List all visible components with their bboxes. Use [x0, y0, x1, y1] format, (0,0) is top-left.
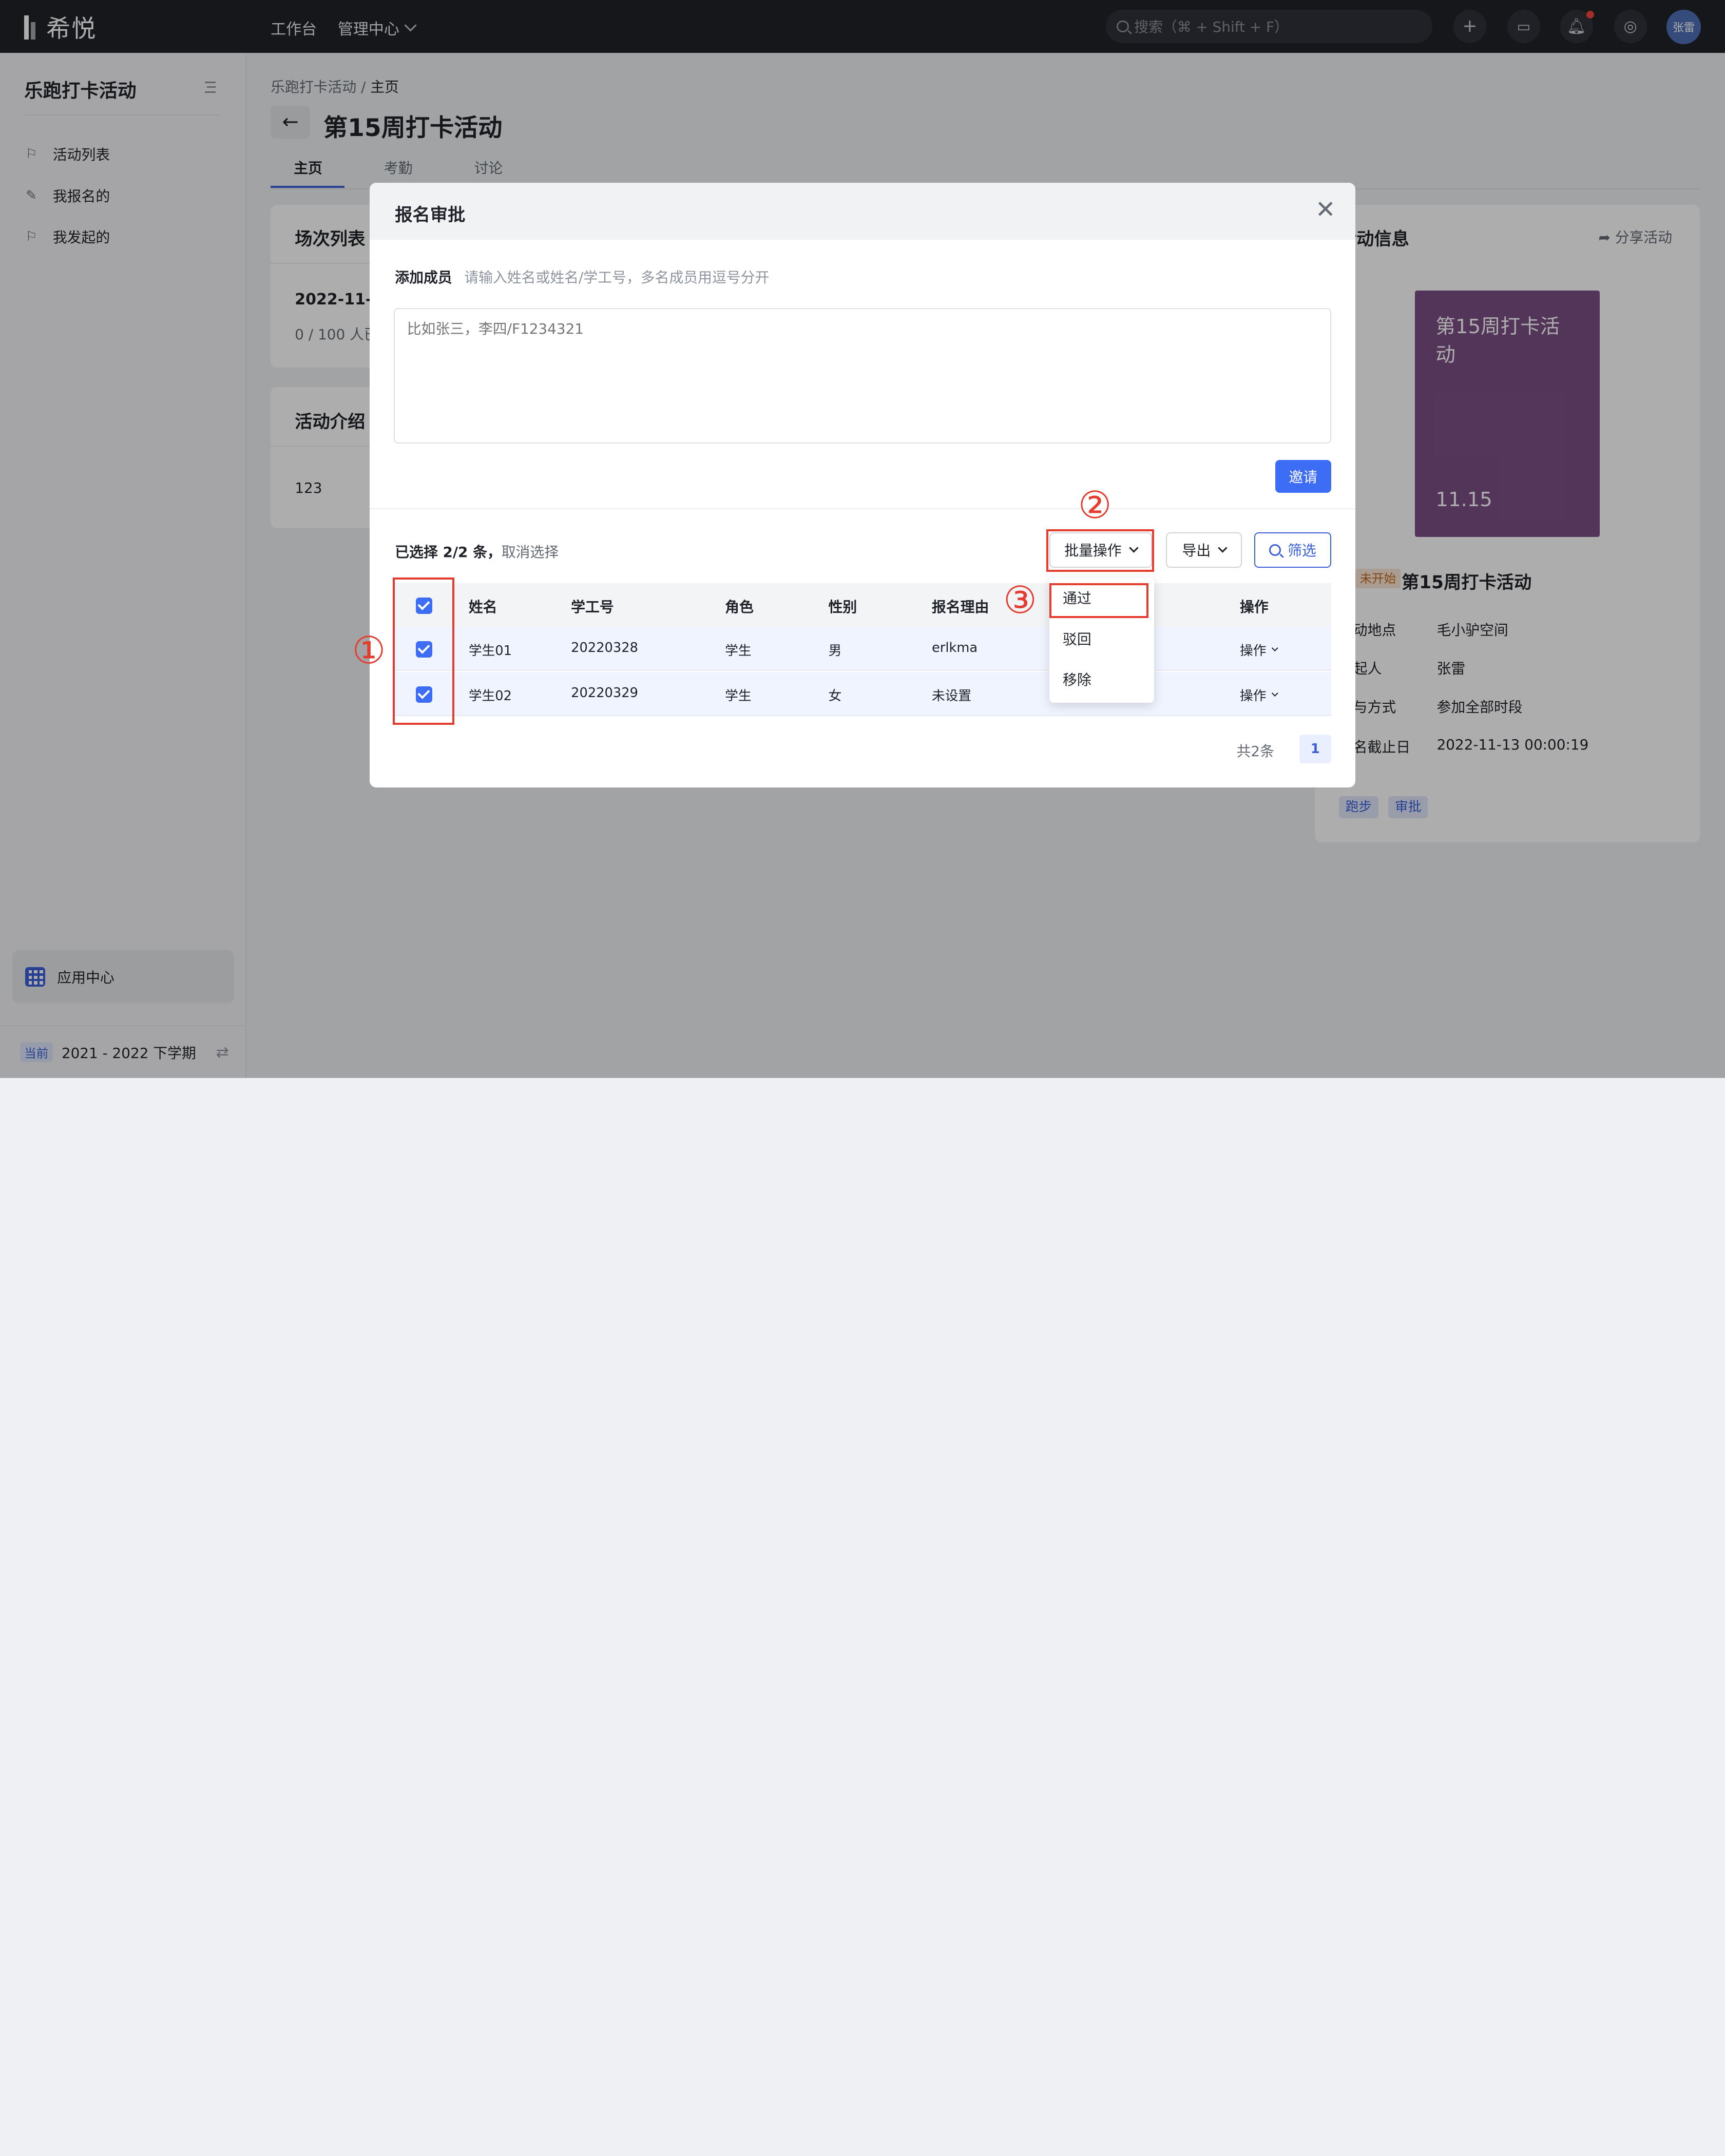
cell-role: 学生 [725, 643, 752, 659]
cell-role: 学生 [725, 688, 752, 704]
cell-name: 学生01 [468, 643, 512, 659]
row-action-menu[interactable]: 操作 [1239, 640, 1278, 659]
annotation-box-approve [1049, 583, 1149, 619]
row-action-label: 操作 [1239, 688, 1267, 704]
table-row[interactable]: 学生02 20220329 学生 女 未设置 操作 [394, 672, 1331, 716]
cell-id: 20220329 [571, 685, 638, 701]
column-header: 学工号 [571, 599, 614, 616]
table-row[interactable]: 学生01 20220328 学生 男 erlkma 操作 [394, 627, 1331, 671]
column-header: 姓名 [468, 599, 497, 616]
column-header: 操作 [1239, 599, 1269, 616]
table-header: 姓名 学工号 角色 性别 报名理由 操作 [394, 583, 1331, 627]
annotation-number-3: ③ [1003, 578, 1037, 622]
selection-count: 已选择 2/2 条， [395, 544, 502, 561]
column-header: 性别 [828, 599, 857, 616]
cell-name: 学生02 [468, 688, 512, 704]
selection-summary: 已选择 2/2 条，取消选择 [395, 541, 559, 562]
export-button[interactable]: 导出 [1166, 532, 1242, 568]
annotation-number-1: ① [352, 629, 386, 673]
filter-label: 筛选 [1288, 542, 1316, 560]
total-count: 共2条 [1236, 743, 1274, 760]
close-icon[interactable]: ✕ [1315, 196, 1336, 224]
chevron-down-icon [1218, 543, 1228, 553]
member-input[interactable] [394, 307, 1331, 444]
add-member-hint: 请输入姓名或姓名/学工号，多名成员用逗号分开 [464, 268, 770, 286]
add-member-label: 添加成员 [395, 268, 452, 286]
row-action-menu[interactable]: 操作 [1239, 685, 1278, 704]
annotation-box-checkboxes [393, 578, 454, 725]
invite-button[interactable]: 邀请 [1275, 459, 1331, 493]
modal-header: 报名审批 ✕ [370, 182, 1355, 240]
search-icon [1269, 544, 1281, 556]
column-header: 报名理由 [931, 599, 989, 616]
cell-gender: 女 [828, 688, 842, 704]
chevron-down-icon [1272, 645, 1278, 651]
cell-reason: 未设置 [931, 688, 972, 704]
chevron-down-icon [1272, 690, 1278, 697]
annotation-box-batch-button [1046, 529, 1154, 572]
modal-title: 报名审批 [395, 204, 466, 225]
menu-item-reject[interactable]: 驳回 [1063, 628, 1091, 649]
cell-id: 20220328 [571, 640, 638, 656]
row-action-label: 操作 [1239, 643, 1267, 659]
column-header: 角色 [725, 599, 754, 616]
menu-item-remove[interactable]: 移除 [1063, 669, 1091, 689]
approval-modal: 报名审批 ✕ 添加成员 请输入姓名或姓名/学工号，多名成员用逗号分开 邀请 已选… [370, 182, 1355, 788]
filter-button[interactable]: 筛选 [1254, 532, 1331, 568]
export-label: 导出 [1182, 542, 1211, 560]
page-number-button[interactable]: 1 [1299, 735, 1331, 764]
cell-gender: 男 [828, 643, 842, 659]
cancel-selection-link[interactable]: 取消选择 [502, 544, 559, 561]
cell-reason: erlkma [931, 640, 978, 656]
divider [370, 508, 1355, 510]
annotation-number-2: ② [1078, 484, 1112, 528]
